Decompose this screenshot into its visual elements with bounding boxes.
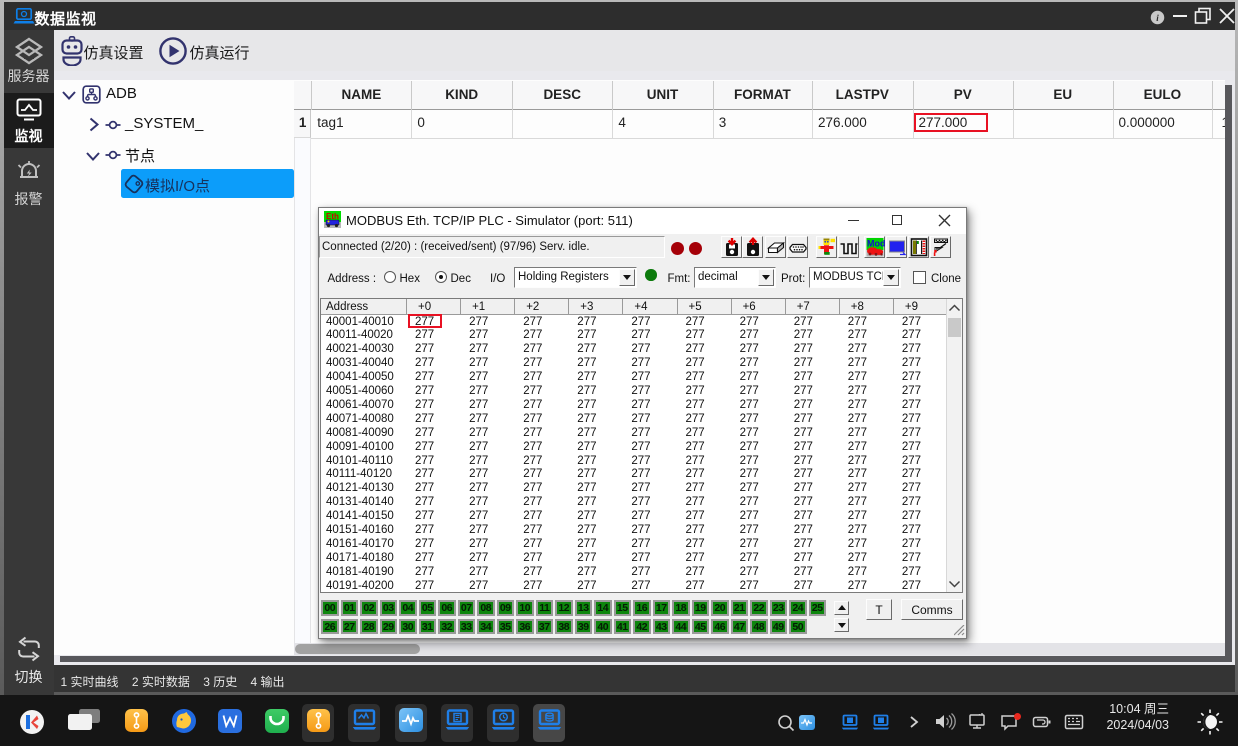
svg-text:Mod: Mod	[867, 238, 885, 248]
svg-text:Eth: Eth	[326, 212, 339, 221]
